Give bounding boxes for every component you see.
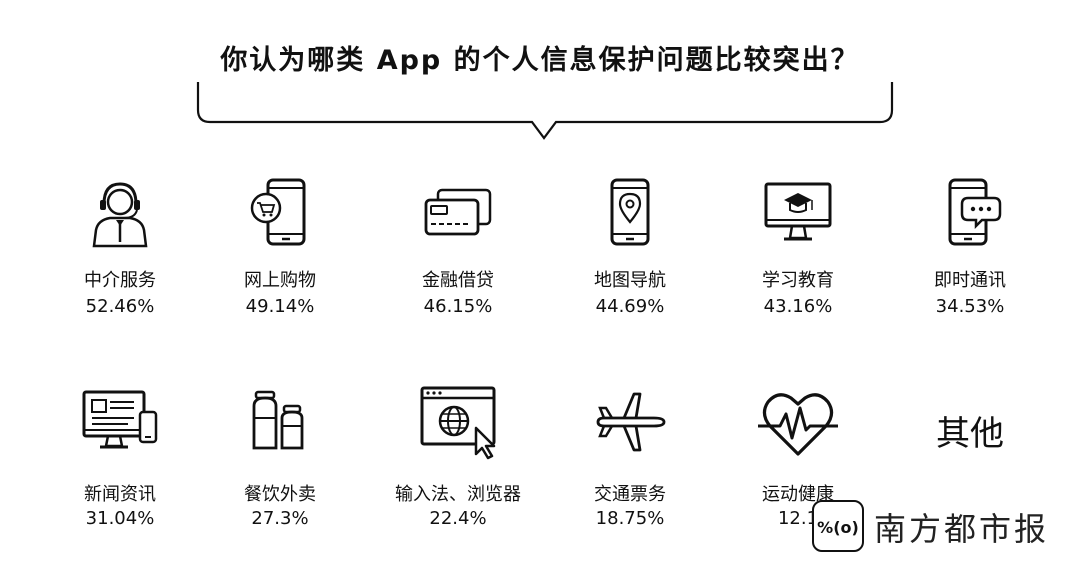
category-label: 餐饮外卖 xyxy=(244,484,316,505)
category-label: 金融借贷 xyxy=(422,270,494,291)
watermark-text: 南方都市报 xyxy=(874,510,1050,548)
category-value: 18.75% xyxy=(595,508,665,529)
monitor-news-phone-icon xyxy=(82,390,158,449)
category-label: 交通票务 xyxy=(594,484,666,505)
category-value: 49.14% xyxy=(245,296,315,317)
phone-map-pin-icon xyxy=(610,178,650,246)
category-label: 输入法、浏览器 xyxy=(395,484,521,505)
other-label: 其他 xyxy=(936,414,1004,454)
category-value: 44.69% xyxy=(595,296,665,317)
category-label: 即时通讯 xyxy=(934,270,1006,291)
customer-service-headset-icon xyxy=(92,182,148,248)
speech-bubble-frame xyxy=(196,82,894,140)
category-value: 22.4% xyxy=(429,508,487,529)
food-jars-icon xyxy=(252,390,304,450)
monitor-graduation-cap-icon xyxy=(764,182,832,241)
browser-globe-cursor-icon xyxy=(420,386,496,460)
phone-shopping-cart-icon xyxy=(250,178,306,246)
category-value: 43.16% xyxy=(763,296,833,317)
category-label: 地图导航 xyxy=(594,270,666,291)
category-value: 52.46% xyxy=(85,296,155,317)
category-label: 网上购物 xyxy=(244,270,316,291)
newspaper-logo-icon: %(o) xyxy=(812,500,864,552)
category-value: 31.04% xyxy=(85,508,155,529)
category-value: 34.53% xyxy=(935,296,1005,317)
watermark: %(o) 南方都市报 xyxy=(812,494,1074,558)
airplane-icon xyxy=(596,392,666,452)
category-value: 46.15% xyxy=(423,296,493,317)
category-value: 27.3% xyxy=(251,508,309,529)
category-label: 中介服务 xyxy=(84,270,156,291)
phone-chat-bubble-icon xyxy=(948,178,1002,246)
credit-cards-icon xyxy=(424,188,492,236)
heart-pulse-icon xyxy=(758,393,838,456)
category-label: 新闻资讯 xyxy=(84,484,156,505)
category-label: 学习教育 xyxy=(762,270,834,291)
